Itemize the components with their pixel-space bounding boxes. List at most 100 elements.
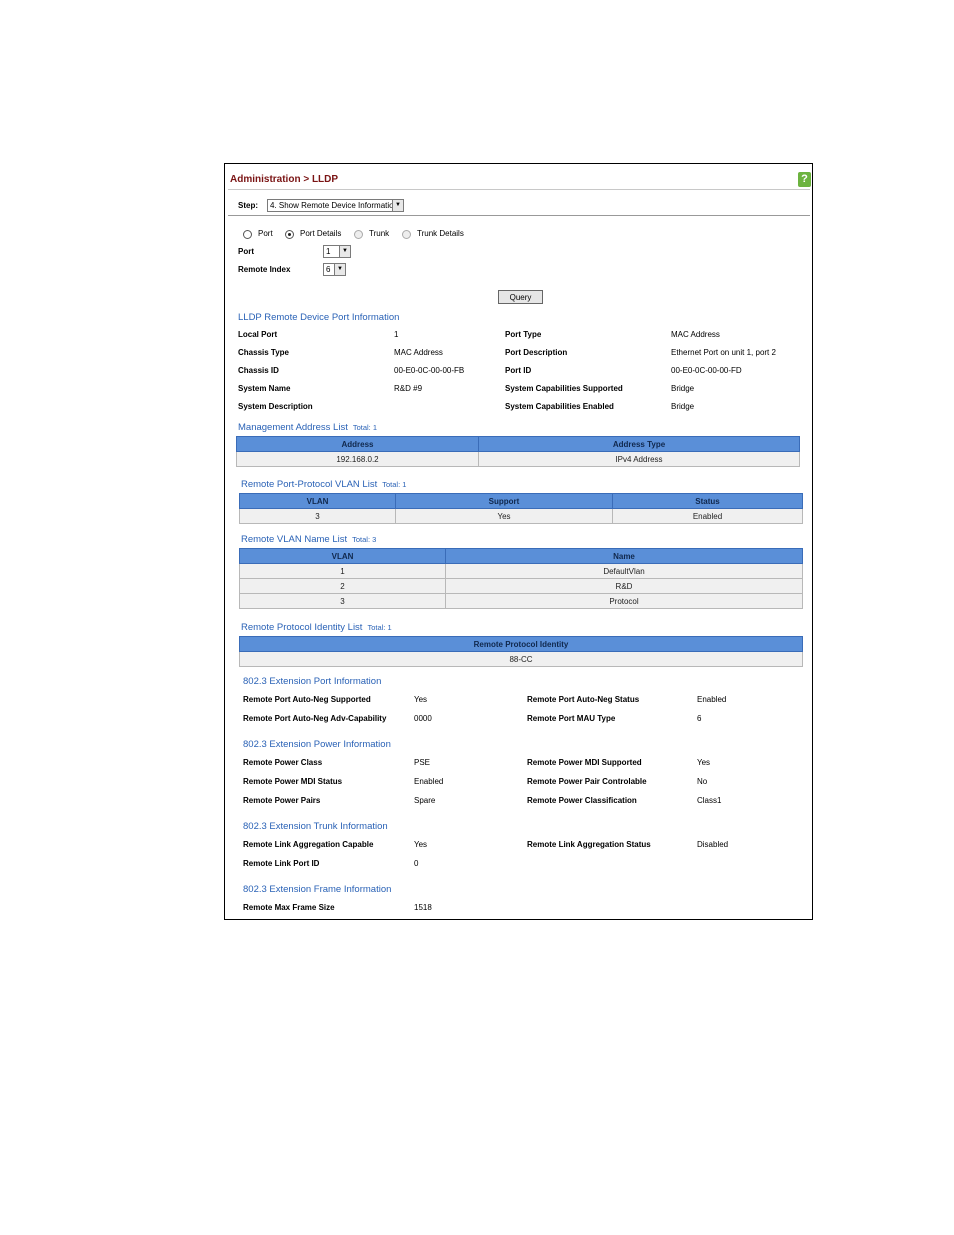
info-label: System Description xyxy=(238,402,313,411)
column-header-address-type: Address Type xyxy=(478,436,800,452)
ext-value: 0 xyxy=(414,859,419,868)
info-label: Port ID xyxy=(505,366,532,375)
info-label: System Capabilities Enabled xyxy=(505,402,614,411)
ext-label: Remote Power Classification xyxy=(527,796,637,805)
info-value: 1 xyxy=(394,330,399,339)
table-cell: 88-CC xyxy=(239,651,803,667)
ext-value: 0000 xyxy=(414,714,432,723)
ext-value: 6 xyxy=(697,714,702,723)
mgmt-address-table: Address Address Type 192.168.0.2 IPv4 Ad… xyxy=(236,436,800,467)
ext-label: Remote Power MDI Status xyxy=(243,777,343,786)
ext-value: Spare xyxy=(414,796,436,805)
table-row: 2 R&D xyxy=(239,578,803,594)
info-label: System Capabilities Supported xyxy=(505,384,623,393)
ext-value: PSE xyxy=(414,758,431,767)
table-row: 1 DefaultVlan xyxy=(239,563,803,579)
ext-label: Remote Power Class xyxy=(243,758,323,767)
vlan-name-list-title: Remote VLAN Name List Total: 3 xyxy=(241,534,376,545)
ext-label: Remote Power Pair Controlable xyxy=(527,777,647,786)
radio-trunk[interactable] xyxy=(354,230,363,239)
table-row: 88-CC xyxy=(239,651,803,667)
table-row: 3 Protocol xyxy=(239,593,803,609)
mgmt-list-title: Management Address List Total: 1 xyxy=(238,422,377,433)
port-select[interactable]: 1 ▼ xyxy=(323,245,351,258)
ext-value: Enabled xyxy=(697,695,727,704)
vlan-name-table: VLAN Name 1 DefaultVlan 2 R&D 3 Protocol xyxy=(239,548,803,609)
table-cell: Protocol xyxy=(445,593,803,609)
ext-value: 1518 xyxy=(414,903,432,912)
radio-trunk-label: Trunk xyxy=(369,229,390,238)
info-label: Local Port xyxy=(238,330,278,339)
info-value: MAC Address xyxy=(671,330,720,339)
table-cell: 2 xyxy=(239,578,446,594)
chevron-down-icon: ▼ xyxy=(334,264,345,275)
port-select-value: 1 xyxy=(326,247,331,256)
remote-index-select-value: 6 xyxy=(326,265,331,274)
vlan-name-list-total: Total: 3 xyxy=(352,535,377,544)
remote-index-label: Remote Index xyxy=(238,265,291,274)
ext-label: Remote Link Aggregation Capable xyxy=(243,840,374,849)
radio-port[interactable] xyxy=(243,230,252,239)
table-cell: Yes xyxy=(395,508,613,524)
column-header-vlan: VLAN xyxy=(239,548,446,564)
ext-frame-title: 802.3 Extension Frame Information xyxy=(243,884,392,895)
ext-label: Remote Link Aggregation Status xyxy=(527,840,651,849)
lldp-panel: Administration > LLDP ? Step: 4. Show Re… xyxy=(224,163,813,920)
info-label: System Name xyxy=(238,384,291,393)
ext-value: Yes xyxy=(414,695,428,704)
info-value: MAC Address xyxy=(394,348,443,357)
table-cell: 3 xyxy=(239,508,396,524)
table-cell: R&D xyxy=(445,578,803,594)
info-value: Bridge xyxy=(671,384,695,393)
info-value: Bridge xyxy=(671,402,695,411)
radio-port-details-label: Port Details xyxy=(300,229,342,238)
step-divider xyxy=(228,215,810,216)
proto-identity-list-title: Remote Protocol Identity List Total: 1 xyxy=(241,622,392,633)
ext-port-title: 802.3 Extension Port Information xyxy=(243,676,382,687)
radio-trunk-details-label: Trunk Details xyxy=(417,229,464,238)
info-value: Ethernet Port on unit 1, port 2 xyxy=(671,348,776,357)
ext-value: Yes xyxy=(697,758,711,767)
remote-index-select[interactable]: 6 ▼ xyxy=(323,263,346,276)
mgmt-list-title-text: Management Address List xyxy=(238,422,348,433)
ext-label: Remote Port MAU Type xyxy=(527,714,616,723)
column-header-support: Support xyxy=(395,493,613,509)
ext-label: Remote Max Frame Size xyxy=(243,903,335,912)
step-label: Step: xyxy=(238,201,258,210)
ext-label: Remote Port Auto-Neg Adv-Capability xyxy=(243,714,387,723)
help-icon[interactable]: ? xyxy=(798,172,811,187)
radio-trunk-details[interactable] xyxy=(402,230,411,239)
info-value: 00-E0-0C-00-00-FB xyxy=(394,366,465,375)
chevron-down-icon: ▼ xyxy=(392,200,403,211)
table-cell: 3 xyxy=(239,593,446,609)
radio-port-details[interactable] xyxy=(285,230,294,239)
ext-value: Disabled xyxy=(697,840,729,849)
info-label: Chassis ID xyxy=(238,366,279,375)
page-title: Administration > LLDP xyxy=(230,174,339,185)
info-value: R&D #9 xyxy=(394,384,423,393)
column-header-status: Status xyxy=(612,493,803,509)
info-label: Port Description xyxy=(505,348,568,357)
port-info-title: LLDP Remote Device Port Information xyxy=(238,312,400,323)
ext-value: No xyxy=(697,777,708,786)
column-header-vlan: VLAN xyxy=(239,493,396,509)
proto-identity-table: Remote Protocol Identity 88-CC xyxy=(239,636,803,667)
ext-trunk-title: 802.3 Extension Trunk Information xyxy=(243,821,388,832)
step-select[interactable]: 4. Show Remote Device Information ▼ xyxy=(267,199,404,212)
info-label: Chassis Type xyxy=(238,348,289,357)
info-label: Port Type xyxy=(505,330,542,339)
table-cell: 192.168.0.2 xyxy=(236,451,479,467)
info-value: 00-E0-0C-00-00-FD xyxy=(671,366,742,375)
ext-label: Remote Port Auto-Neg Status xyxy=(527,695,640,704)
query-button[interactable]: Query xyxy=(498,290,543,304)
ext-power-title: 802.3 Extension Power Information xyxy=(243,739,391,750)
ext-label: Remote Power MDI Supported xyxy=(527,758,642,767)
column-header-address: Address xyxy=(236,436,479,452)
ext-label: Remote Port Auto-Neg Supported xyxy=(243,695,371,704)
proto-identity-list-title-text: Remote Protocol Identity List xyxy=(241,622,363,633)
table-cell: DefaultVlan xyxy=(445,563,803,579)
table-cell: IPv4 Address xyxy=(478,451,800,467)
step-select-value: 4. Show Remote Device Information xyxy=(270,201,399,210)
ext-value: Enabled xyxy=(414,777,444,786)
vlan-proto-list-title-text: Remote Port-Protocol VLAN List xyxy=(241,479,378,490)
